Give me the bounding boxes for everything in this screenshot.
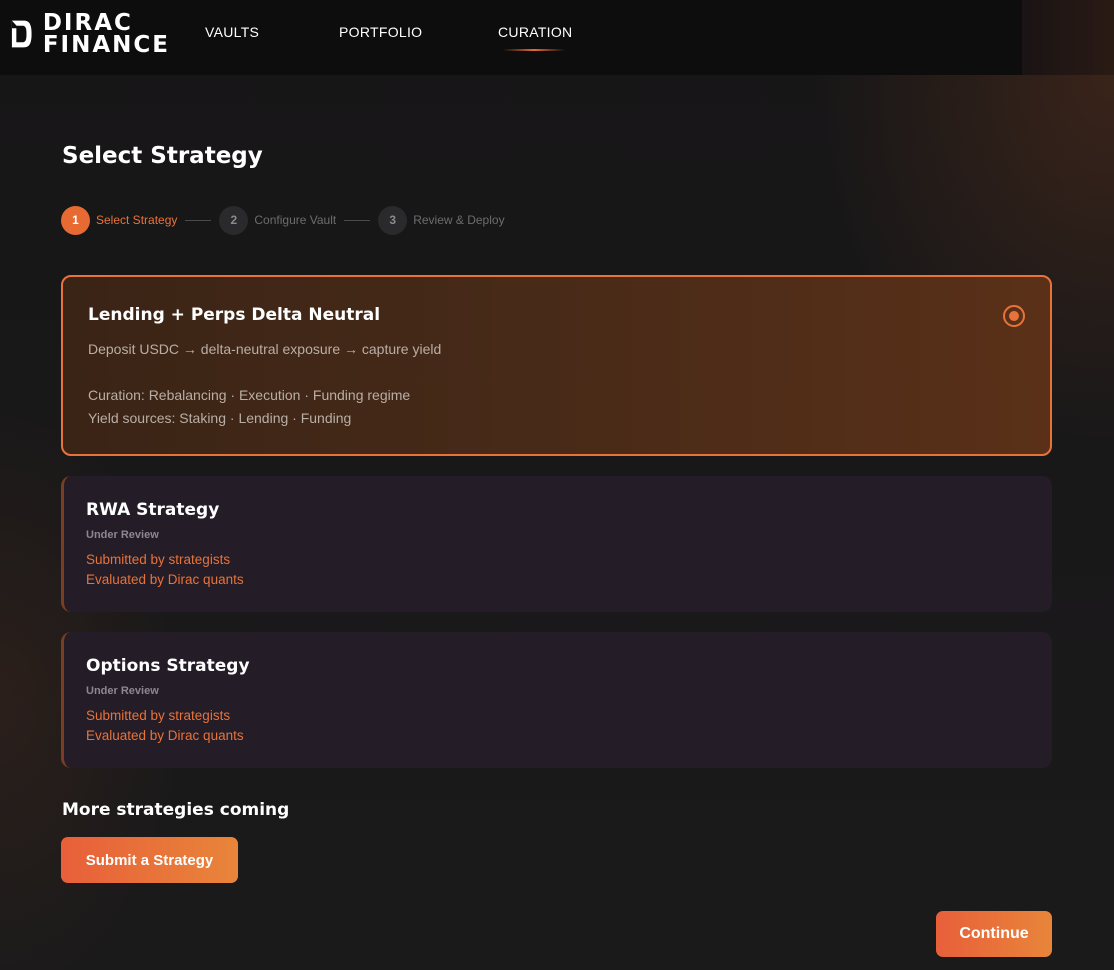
strategy-note: Submitted by strategists [86, 552, 231, 567]
top-navbar: DIRAC FINANCE VAULTS PORTFOLIO CURATION [0, 0, 1114, 75]
more-strategies-heading: More strategies coming [62, 800, 290, 820]
submit-strategy-button[interactable]: Submit a Strategy [61, 837, 238, 883]
nav-portfolio[interactable]: PORTFOLIO [339, 24, 422, 40]
status-badge: Under Review [86, 529, 159, 541]
step-2-number: 2 [219, 205, 249, 235]
strategy-note: Evaluated by Dirac quants [86, 728, 244, 743]
strategy-curation: Curation: Rebalancing · Execution · Fund… [88, 387, 411, 403]
step-connector [185, 219, 212, 221]
brand-line1: DIRAC [42, 10, 133, 36]
status-badge: Under Review [86, 685, 159, 697]
continue-button[interactable]: Continue [936, 911, 1052, 957]
strategy-title: Lending + Perps Delta Neutral [88, 305, 381, 325]
strategy-title: Options Strategy [86, 656, 250, 676]
header-decor [1022, 0, 1114, 75]
nav-vaults[interactable]: VAULTS [205, 24, 259, 40]
brand-logo[interactable]: DIRAC FINANCE [10, 8, 170, 60]
strategy-yield-sources: Yield sources: Staking · Lending · Fundi… [88, 410, 352, 426]
step-1-number: 1 [61, 205, 90, 235]
step-1-label: Select Strategy [96, 213, 178, 227]
strategy-description: Deposit USDC → delta-neutral exposure → … [88, 341, 442, 357]
radio-dot [1009, 311, 1019, 321]
strategy-card-delta-neutral[interactable]: Lending + Perps Delta Neutral Deposit US… [61, 275, 1052, 456]
strategy-card-rwa: RWA Strategy Under Review Submitted by s… [61, 476, 1052, 612]
page-title: Select Strategy [62, 143, 263, 169]
nav-active-indicator [503, 49, 565, 51]
wizard-stepper: 1 Select Strategy 2 Configure Vault 3 Re… [61, 205, 505, 235]
brand-line2: FINANCE [42, 32, 170, 58]
strategy-note: Submitted by strategists [86, 708, 231, 723]
dirac-logo-icon [11, 20, 32, 48]
step-3-number: 3 [378, 205, 408, 235]
nav-curation[interactable]: CURATION [498, 24, 572, 40]
strategy-radio-selected[interactable] [1003, 305, 1025, 327]
strategy-card-options: Options Strategy Under Review Submitted … [61, 632, 1052, 768]
step-2-label: Configure Vault [254, 213, 337, 227]
step-connector [344, 219, 371, 221]
strategy-title: RWA Strategy [86, 500, 220, 520]
step-3-label: Review & Deploy [413, 213, 505, 227]
strategy-note: Evaluated by Dirac quants [86, 572, 244, 587]
